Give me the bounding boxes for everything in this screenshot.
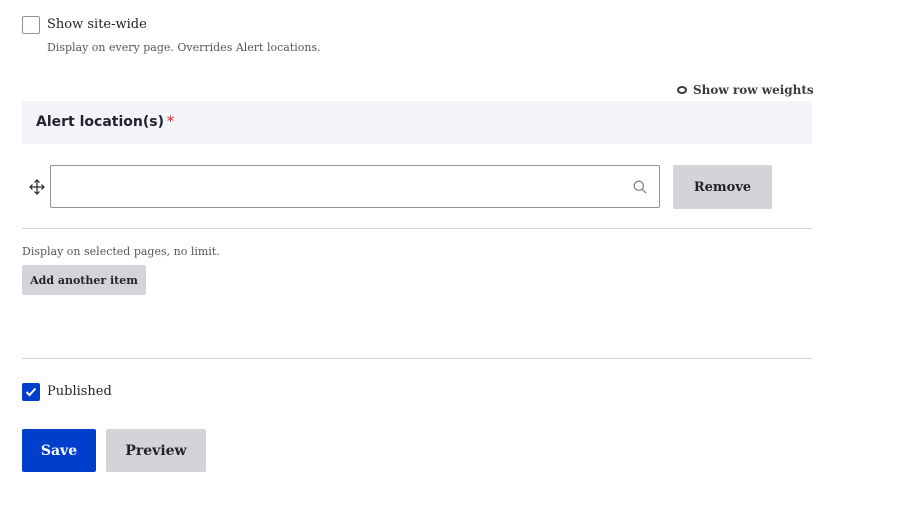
add-another-item-button[interactable]: Add another item: [22, 265, 146, 295]
preview-button[interactable]: Preview: [106, 429, 206, 472]
show-row-weights-label: Show row weights: [693, 83, 814, 97]
checkmark-icon: [25, 387, 37, 397]
search-icon: [633, 179, 647, 194]
alert-locations-description: Display on selected pages, no limit.: [22, 245, 220, 258]
remove-button[interactable]: Remove: [673, 165, 772, 209]
show-row-weights-link[interactable]: Show row weights: [677, 83, 814, 97]
save-button[interactable]: Save: [22, 429, 96, 472]
site-wide-description: Display on every page. Overrides Alert l…: [47, 41, 321, 54]
alert-location-input[interactable]: [50, 165, 660, 208]
eye-icon: [677, 86, 687, 94]
drag-handle-icon[interactable]: [29, 179, 45, 195]
site-wide-label: Show site-wide: [47, 17, 147, 32]
row-divider: [22, 228, 812, 229]
published-label: Published: [47, 384, 112, 399]
alert-locations-header: Alert location(s) *: [22, 101, 812, 144]
alert-locations-title: Alert location(s): [36, 114, 164, 130]
published-checkbox[interactable]: [22, 383, 40, 401]
required-marker: *: [166, 114, 174, 130]
section-divider: [22, 358, 812, 359]
site-wide-checkbox[interactable]: [22, 16, 40, 34]
